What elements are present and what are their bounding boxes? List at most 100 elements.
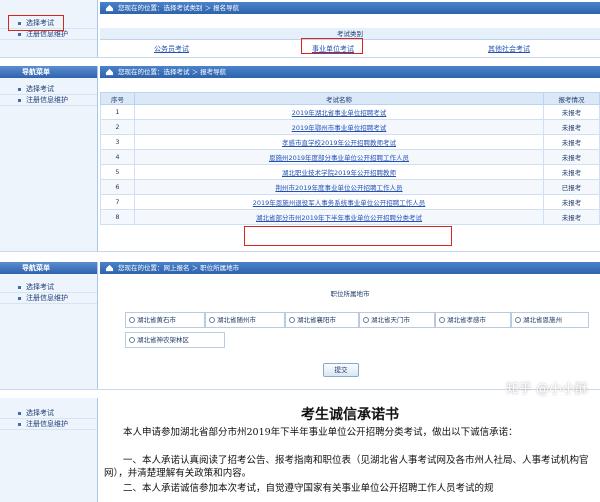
exam-name-cell: 湖北省部分市州2019年下半年事业单位公开招聘分类考试 xyxy=(134,209,544,225)
exam-name-cell: 湖北职业技术学院2019年公开招聘教师 xyxy=(134,164,544,180)
document-title: 考生诚信承诺书 xyxy=(301,407,399,423)
city-option[interactable]: 湖北省恩施州 xyxy=(511,312,589,328)
panel-integrity-pledge: 选择考试 注册信息维护 考生诚信承诺书 本人申请参加湖北省部分市州2019年下半… xyxy=(0,398,600,502)
row-number: 8 xyxy=(100,209,135,225)
exam-link[interactable]: 湖北职业技术学院2019年公开招聘教师 xyxy=(282,169,396,177)
sidebar: 导航菜单 选择考试 注册信息维护 xyxy=(0,262,98,389)
sidebar-item-select-exam[interactable]: 选择考试 xyxy=(0,84,97,95)
city-label: 湖北省恩施州 xyxy=(523,316,562,324)
exam-link[interactable]: 恩施州2019年度部分事业单位公开招聘工作人员 xyxy=(269,154,409,162)
watermark: 知乎 @小小酥 xyxy=(505,382,588,397)
table-row: 6 荆州市2019年度事业单位公开招聘工作人员 已报考 xyxy=(100,179,600,195)
city-option[interactable]: 湖北省襄阳市 xyxy=(285,312,359,328)
row-number: 2 xyxy=(100,119,135,135)
panel-exam-category: 选择考试 注册信息维护 您现在的位置：选择考试类别 ＞ 报名导航 考试类别 公务… xyxy=(0,0,600,58)
main-area: 您现在的位置：选择考试 ＞ 报考导航 序号 考试名称 报考情况 1 2019年湖北… xyxy=(100,66,600,251)
status-cell: 未报考 xyxy=(543,104,600,120)
highlight-box xyxy=(244,226,452,246)
pledge-paragraph: 一、本人承诺认真阅读了招考公告、报考指南和职位表（见湖北省人事考试网及各市州人社… xyxy=(104,455,589,479)
submit-button[interactable]: 提交 xyxy=(323,363,359,377)
exam-link[interactable]: 2019年鄂州市事业单位招聘考试 xyxy=(292,124,387,132)
panel-city-select: 导航菜单 选择考试 注册信息维护 您现在的位置：网上报名 ＞ 职位所属地市 职位… xyxy=(0,262,600,390)
exam-name-cell: 2019年湖北省事业单位招聘考试 xyxy=(134,104,544,120)
breadcrumb-text: 您现在的位置：选择考试 ＞ 报考导航 xyxy=(118,68,227,76)
sidebar: 导航菜单 选择考试 注册信息维护 xyxy=(0,66,98,251)
pledge-paragraph: 本人申请参加湖北省部分市州2019年下半年事业单位公开招聘分类考试，做出以下诚信… xyxy=(123,427,518,438)
city-option[interactable]: 湖北省黄石市 xyxy=(125,312,205,328)
sidebar-item-label: 注册信息维护 xyxy=(26,420,68,428)
table-row: 2 2019年鄂州市事业单位招聘考试 未报考 xyxy=(100,119,600,135)
row-number: 6 xyxy=(100,179,135,195)
bullet-icon xyxy=(18,423,21,426)
home-icon xyxy=(105,4,114,12)
bullet-icon xyxy=(18,88,21,91)
status-cell: 未报考 xyxy=(543,134,600,150)
panel-exam-list: 导航菜单 选择考试 注册信息维护 您现在的位置：选择考试 ＞ 报考导航 序号 考… xyxy=(0,66,600,252)
table-row: 7 2019年恩施州退役军人事务系统事业单位公开招聘工作人员 未报考 xyxy=(100,194,600,210)
radio-icon[interactable] xyxy=(129,337,135,343)
city-option[interactable]: 湖北省随州市 xyxy=(205,312,285,328)
category-civil-servant[interactable]: 公务员考试 xyxy=(154,44,189,54)
table-row: 5 湖北职业技术学院2019年公开招聘教师 未报考 xyxy=(100,164,600,180)
row-number: 7 xyxy=(100,194,135,210)
status-cell: 已报考 xyxy=(543,179,600,195)
exam-link[interactable]: 孝感市直学校2019年公开招聘教师考试 xyxy=(282,139,396,147)
status-cell: 未报考 xyxy=(543,194,600,210)
exam-link[interactable]: 湖北省部分市州2019年下半年事业单位公开招聘分类考试 xyxy=(256,214,422,222)
sidebar-header: 导航菜单 xyxy=(0,66,97,78)
main-area: 您现在的位置：网上报名 ＞ 职位所属地市 职位所属地市 湖北省黄石市 湖北省随州… xyxy=(100,262,600,389)
table-row: 1 2019年湖北省事业单位招聘考试 未报考 xyxy=(100,104,600,120)
sidebar-item-label: 选择考试 xyxy=(26,283,54,291)
city-label: 湖北省随州市 xyxy=(217,316,256,324)
section-title: 职位所属地市 xyxy=(330,290,370,298)
category-other[interactable]: 其他社会考试 xyxy=(488,44,530,54)
radio-icon[interactable] xyxy=(209,317,215,323)
highlight-box xyxy=(8,15,64,31)
bullet-icon xyxy=(18,297,21,300)
exam-name-cell: 2019年恩施州退役军人事务系统事业单位公开招聘工作人员 xyxy=(134,194,544,210)
exam-link[interactable]: 荆州市2019年度事业单位公开招聘工作人员 xyxy=(275,184,402,192)
sidebar-item-label: 注册信息维护 xyxy=(26,30,68,38)
column-header-status: 报考情况 xyxy=(543,92,600,105)
bullet-icon xyxy=(18,286,21,289)
sidebar-item-select-exam[interactable]: 选择考试 xyxy=(0,408,97,419)
exam-name-cell: 2019年鄂州市事业单位招聘考试 xyxy=(134,119,544,135)
city-option[interactable]: 湖北省天门市 xyxy=(359,312,435,328)
city-option[interactable]: 湖北省孝感市 xyxy=(435,312,511,328)
sidebar-item-select-exam[interactable]: 选择考试 xyxy=(0,282,97,293)
exam-link[interactable]: 2019年恩施州退役军人事务系统事业单位公开招聘工作人员 xyxy=(253,199,426,207)
table-row: 3 孝感市直学校2019年公开招聘教师考试 未报考 xyxy=(100,134,600,150)
table-row: 4 恩施州2019年度部分事业单位公开招聘工作人员 未报考 xyxy=(100,149,600,165)
column-header-no: 序号 xyxy=(100,92,135,105)
radio-icon[interactable] xyxy=(439,317,445,323)
city-label: 湖北省天门市 xyxy=(371,316,410,324)
city-label: 湖北省襄阳市 xyxy=(297,316,336,324)
exam-link[interactable]: 2019年湖北省事业单位招聘考试 xyxy=(292,109,387,117)
column-header-name: 考试名称 xyxy=(134,92,544,105)
city-label: 湖北省孝感市 xyxy=(447,316,486,324)
status-cell: 未报考 xyxy=(543,164,600,180)
exam-name-cell: 荆州市2019年度事业单位公开招聘工作人员 xyxy=(134,179,544,195)
status-cell: 未报考 xyxy=(543,209,600,225)
breadcrumb-text: 您现在的位置：选择考试类别 ＞ 报名导航 xyxy=(118,4,240,12)
city-grid: 湖北省黄石市 湖北省随州市 湖北省襄阳市 湖北省天门市 湖北省孝感市 湖北省恩施… xyxy=(125,312,589,348)
city-option[interactable]: 湖北省神农架林区 xyxy=(125,332,225,348)
radio-icon[interactable] xyxy=(289,317,295,323)
radio-icon[interactable] xyxy=(515,317,521,323)
row-number: 5 xyxy=(100,164,135,180)
radio-icon[interactable] xyxy=(129,317,135,323)
bullet-icon xyxy=(18,33,21,36)
exam-name-cell: 孝感市直学校2019年公开招聘教师考试 xyxy=(134,134,544,150)
city-label: 湖北省神农架林区 xyxy=(137,336,189,344)
sidebar: 选择考试 注册信息维护 xyxy=(0,398,98,502)
breadcrumb-text: 您现在的位置：网上报名 ＞ 职位所属地市 xyxy=(118,264,240,272)
bullet-icon xyxy=(18,412,21,415)
sidebar-item-register-info[interactable]: 注册信息维护 xyxy=(0,95,97,106)
sidebar-item-register-info[interactable]: 注册信息维护 xyxy=(0,293,97,304)
highlight-box xyxy=(301,38,363,54)
sidebar-item-register-info[interactable]: 注册信息维护 xyxy=(0,419,97,430)
row-number: 4 xyxy=(100,149,135,165)
table-row: 8 湖北省部分市州2019年下半年事业单位公开招聘分类考试 未报考 xyxy=(100,209,600,225)
radio-icon[interactable] xyxy=(363,317,369,323)
sidebar-item-label: 注册信息维护 xyxy=(26,294,68,302)
